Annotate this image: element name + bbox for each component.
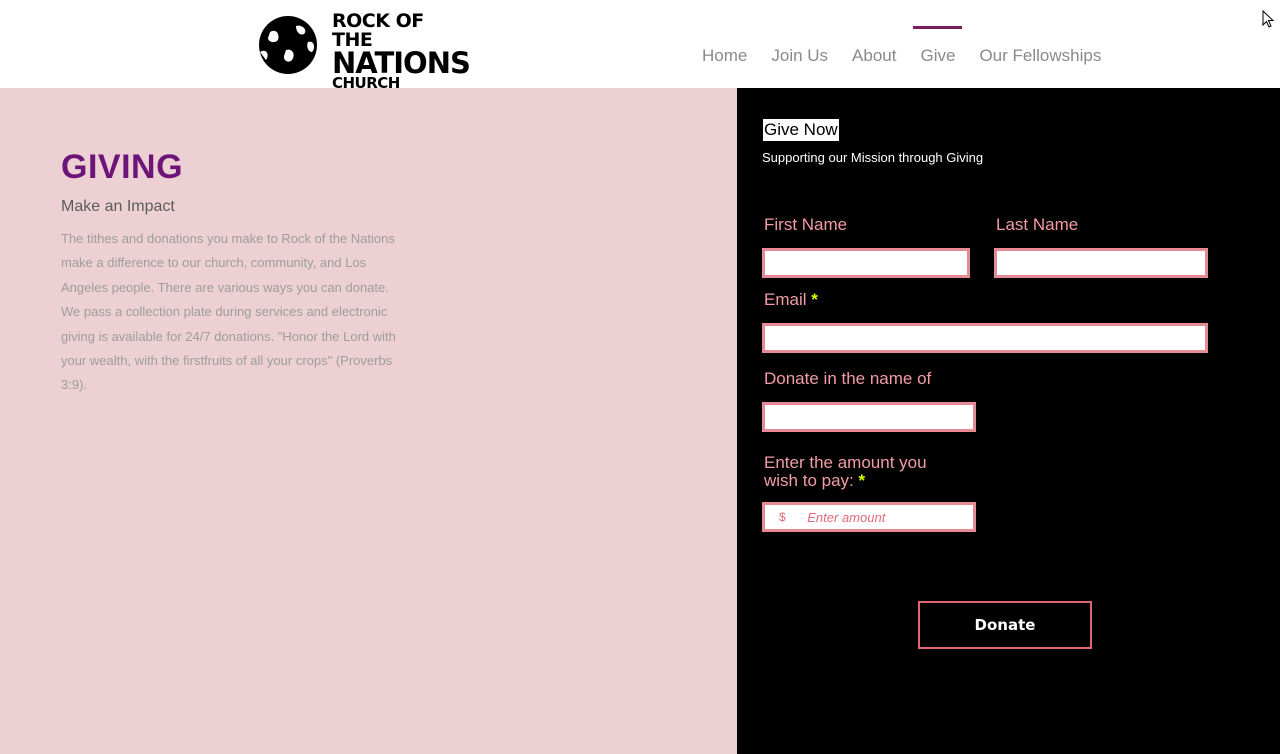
last-name-field[interactable] [994,248,1208,278]
giving-title: GIVING [61,148,184,186]
amount-label: Enter the amount you wish to pay: * [764,454,927,490]
globe-icon [259,16,317,74]
donate-name-input[interactable] [765,405,973,429]
church-logo[interactable]: ROCK OF THE NATIONS CHURCH [256,10,471,91]
nav-give[interactable]: Give [908,26,967,70]
logo-wordmark: ROCK OF THE NATIONS CHURCH [332,10,471,91]
giving-description: The tithes and donations you make to Roc… [61,231,396,393]
nav-home[interactable]: Home [690,26,759,70]
mouse-pointer-icon [1262,10,1275,28]
email-field[interactable] [762,323,1208,353]
donate-name-label: Donate in the name of [764,369,932,388]
main-nav: Home Join Us About Give Our Fellowships [690,26,1113,70]
email-label-text: Email [764,290,807,309]
first-name-field[interactable] [762,248,970,278]
nav-join-us[interactable]: Join Us [759,26,840,70]
logo-line-1: ROCK OF THE [332,10,424,51]
amount-label-line-2: wish to pay: * [764,471,866,490]
form-subheading: Supporting our Mission through Giving [762,150,984,165]
site-header: ROCK OF THE NATIONS CHURCH Home Join Us … [0,0,1280,91]
nav-our-fellowships[interactable]: Our Fellowships [967,26,1113,70]
first-name-label: First Name [764,215,848,234]
amount-label-line-1: Enter the amount you [764,453,927,472]
first-name-input[interactable] [765,251,967,275]
donation-form-panel: Give Now Supporting our Mission through … [737,88,1280,754]
amount-required-marker: * [858,471,866,490]
giving-info-panel: GIVING Make an Impact The tithes and don… [0,88,737,754]
form-heading: Give Now [763,119,839,141]
nav-about[interactable]: About [840,26,908,70]
email-input[interactable] [765,326,1205,350]
last-name-input[interactable] [997,251,1205,275]
giving-subtitle: Make an Impact [61,198,175,215]
currency-symbol: $ [779,510,786,524]
donate-name-field[interactable] [762,402,976,432]
amount-input[interactable] [803,505,973,529]
donate-button[interactable]: Donate [918,601,1092,649]
email-label: Email * [764,290,818,310]
email-required-marker: * [811,290,818,309]
last-name-label: Last Name [996,215,1079,234]
amount-field[interactable]: $ [762,502,976,532]
